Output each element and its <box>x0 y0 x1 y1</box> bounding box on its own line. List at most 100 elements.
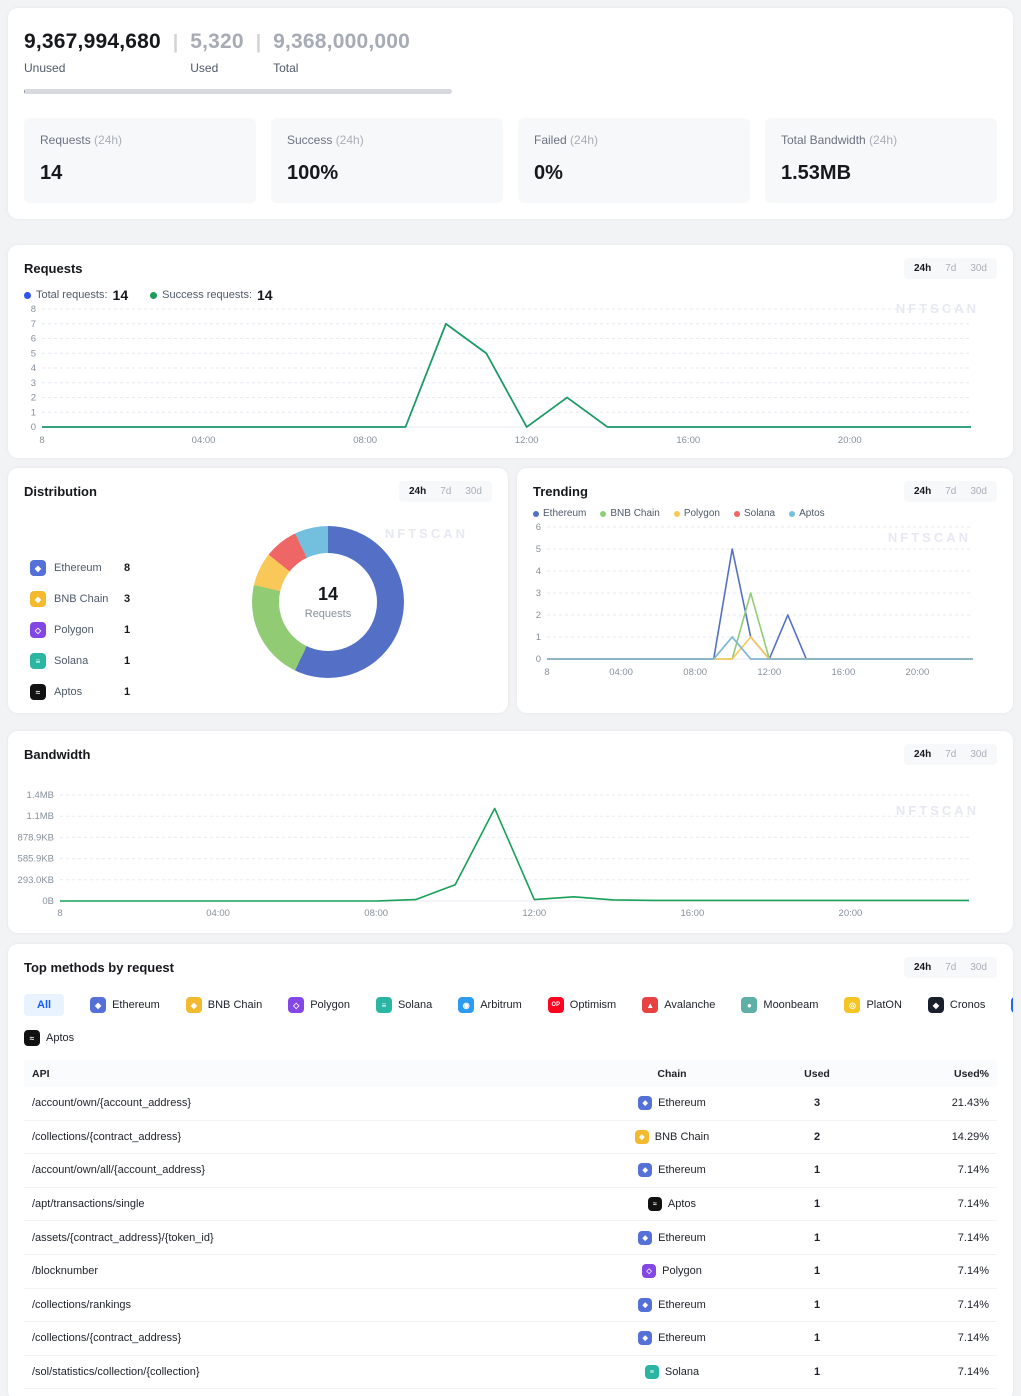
chain-request-count: 1 <box>124 655 130 667</box>
chain-filter-arbitrum[interactable]: ◉Arbitrum <box>458 997 522 1013</box>
stat-card-label: Success (24h) <box>287 133 487 147</box>
svg-text:1: 1 <box>31 407 36 418</box>
used-pct-cell: 21.43% <box>877 1097 997 1109</box>
chain-filter-optimism[interactable]: OPOptimism <box>548 997 616 1013</box>
avalanche-icon: ▲ <box>642 997 658 1013</box>
ethereum-icon: ◆ <box>638 1298 652 1312</box>
bandwidth-line-chart: 0B293.0KB585.9KB878.9KB1.1MB1.4MB804:000… <box>8 785 981 930</box>
used-count-cell: 1 <box>757 1232 877 1244</box>
line-series-bandwidth <box>60 808 969 901</box>
svg-text:585.9KB: 585.9KB <box>18 854 54 865</box>
total-credits-value: 9,368,000,000 <box>273 30 410 54</box>
unused-credits-value: 9,367,994,680 <box>24 30 161 54</box>
time-filter-30d[interactable]: 30d <box>964 484 993 499</box>
solana-icon: ≡ <box>376 997 392 1013</box>
svg-text:8: 8 <box>31 304 36 315</box>
top-methods-title: Top methods by request <box>24 960 174 975</box>
svg-text:20:00: 20:00 <box>906 667 930 678</box>
table-row: /collections/{contract_address}◆Ethereum… <box>24 1322 997 1356</box>
line-series-ethereum <box>547 549 973 659</box>
time-filter-7d[interactable]: 7d <box>939 960 962 975</box>
chain-filter-all[interactable]: All <box>24 994 64 1016</box>
time-filter-7d[interactable]: 7d <box>939 747 962 762</box>
chip-label: PlatON <box>866 999 901 1011</box>
time-filter-30d[interactable]: 30d <box>964 261 993 276</box>
platon-icon: ◎ <box>844 997 860 1013</box>
svg-text:08:00: 08:00 <box>353 435 377 446</box>
chip-label: Cronos <box>950 999 985 1011</box>
svg-text:6: 6 <box>536 522 541 533</box>
stat-card: Failed (24h)0% <box>518 118 750 203</box>
stat-label-text: Failed <box>534 133 570 147</box>
requests-time-filter: 24h7d30d <box>904 258 997 279</box>
bnb-icon: ◆ <box>30 591 46 607</box>
chip-label: Solana <box>398 999 432 1011</box>
table-row: /collections/rankings◆Ethereum17.14% <box>24 1289 997 1323</box>
legend-dot-icon <box>789 511 795 517</box>
chain-filter-solana[interactable]: ≡ Solana <box>376 997 432 1013</box>
bnb-icon: ◆ <box>635 1130 649 1144</box>
time-filter-24h[interactable]: 24h <box>908 747 937 762</box>
optimism-icon: OP <box>548 997 564 1013</box>
chain-filter-fantom[interactable]: FFantom <box>1011 997 1013 1013</box>
time-filter-24h[interactable]: 24h <box>908 484 937 499</box>
time-filter-24h[interactable]: 24h <box>908 960 937 975</box>
trending-line-chart: 0123456804:0008:0012:0016:0020:00 <box>517 519 982 685</box>
svg-text:5: 5 <box>536 544 541 555</box>
chain-filter-cronos[interactable]: ◆Cronos <box>928 997 985 1013</box>
col-used: Used <box>757 1068 877 1080</box>
chain-label: Solana <box>54 655 124 667</box>
api-path-cell: /account/own/all/{account_address} <box>24 1164 587 1176</box>
used-pct-cell: 7.14% <box>877 1232 997 1244</box>
solana-icon: ≡ <box>645 1365 659 1379</box>
time-filter-7d[interactable]: 7d <box>939 484 962 499</box>
chain-filter-platon[interactable]: ◎ PlatON <box>844 997 901 1013</box>
svg-text:0B: 0B <box>42 896 54 907</box>
time-filter-7d[interactable]: 7d <box>434 484 457 499</box>
svg-text:878.9KB: 878.9KB <box>18 832 54 843</box>
stat-card-label: Total Bandwidth (24h) <box>781 133 981 147</box>
api-path-cell: /apt/transactions/single <box>24 1198 587 1210</box>
chain-request-count: 1 <box>124 686 130 698</box>
methods-table: API Chain Used Used% /account/own/{accou… <box>24 1060 997 1396</box>
chain-filter-ethereum[interactable]: ◆Ethereum <box>90 997 160 1013</box>
svg-text:7: 7 <box>31 319 36 330</box>
chain-filter-bnb[interactable]: ◆BNB Chain <box>186 997 262 1013</box>
chain-cell: ◆Ethereum <box>587 1163 757 1177</box>
time-filter-30d[interactable]: 30d <box>964 960 993 975</box>
col-api: API <box>24 1068 587 1080</box>
chip-label: BNB Chain <box>208 999 262 1011</box>
chain-cell: ◆Ethereum <box>587 1231 757 1245</box>
donut-center: 14 Requests <box>279 553 377 651</box>
chain-filter-avalanche[interactable]: ▲Avalanche <box>642 997 715 1013</box>
total-credits-label: Total <box>273 61 410 75</box>
time-filter-30d[interactable]: 30d <box>459 484 488 499</box>
aptos-icon: ≈ <box>24 1030 40 1046</box>
used-pct-cell: 7.14% <box>877 1332 997 1344</box>
svg-text:2: 2 <box>31 393 36 404</box>
chain-filter-aptos[interactable]: ≈Aptos <box>24 1030 74 1046</box>
time-filter-30d[interactable]: 30d <box>964 747 993 762</box>
chip-label: Moonbeam <box>763 999 818 1011</box>
trending-panel-title: Trending <box>533 484 588 499</box>
stat-card-value: 100% <box>287 162 487 185</box>
svg-text:4: 4 <box>536 566 541 577</box>
donut-center-label: Requests <box>305 608 351 620</box>
trending-time-filter: 24h7d30d <box>904 481 997 502</box>
stat-label-text: Requests <box>40 133 94 147</box>
table-row: /assets/{contract_address}/{token_id}◆Et… <box>24 1221 997 1255</box>
chain-filter-moonbeam[interactable]: ●Moonbeam <box>741 997 818 1013</box>
svg-text:16:00: 16:00 <box>831 667 855 678</box>
chain-name: BNB Chain <box>655 1131 709 1143</box>
chain-cell: ◆Ethereum <box>587 1331 757 1345</box>
time-filter-7d[interactable]: 7d <box>939 261 962 276</box>
chain-cell: ◆Ethereum <box>587 1096 757 1110</box>
time-filter-24h[interactable]: 24h <box>403 484 432 499</box>
time-filter-24h[interactable]: 24h <box>908 261 937 276</box>
chain-filter-polygon[interactable]: ◇Polygon <box>288 997 350 1013</box>
stat-card: Total Bandwidth (24h)1.53MB <box>765 118 997 203</box>
api-path-cell: /collections/rankings <box>24 1299 587 1311</box>
chain-name: Ethereum <box>658 1097 706 1109</box>
api-path-cell: /sol/statistics/collection/{collection} <box>24 1366 587 1378</box>
svg-text:04:00: 04:00 <box>609 667 633 678</box>
